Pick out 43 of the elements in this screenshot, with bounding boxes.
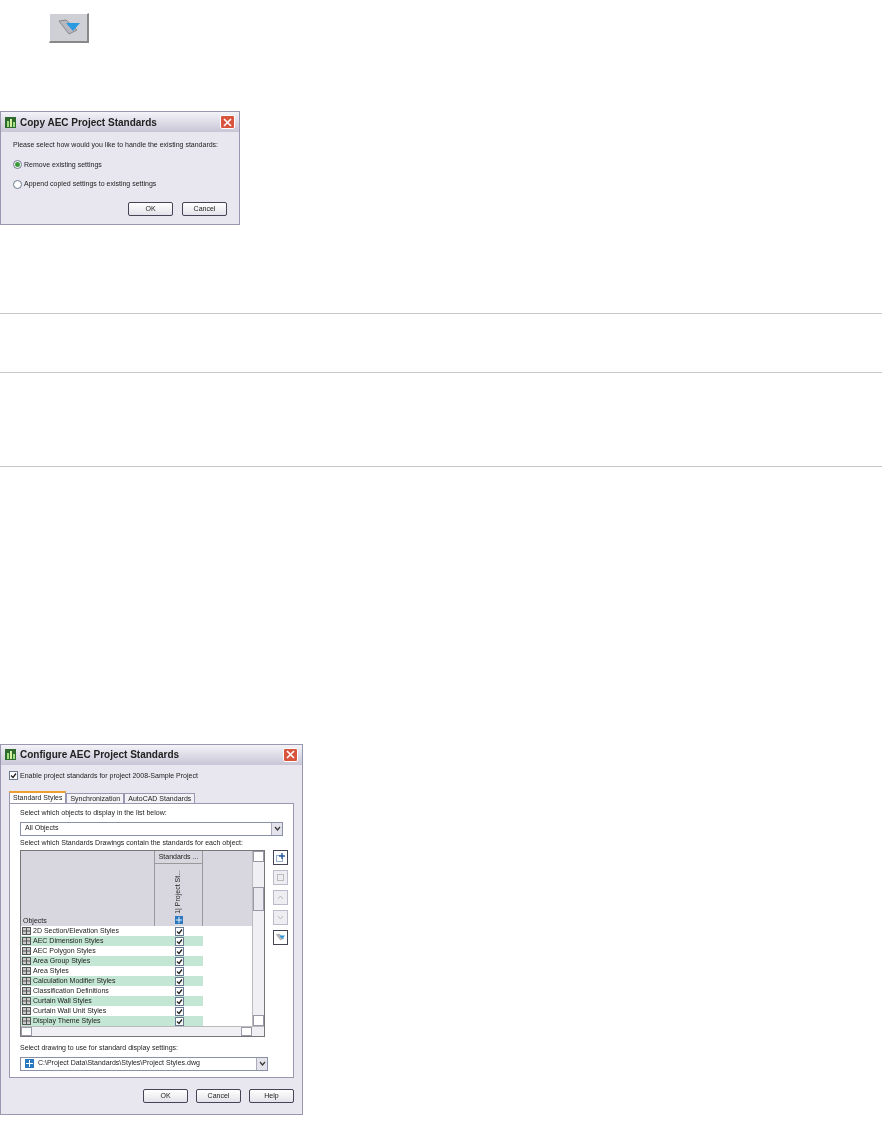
radio-button[interactable]	[13, 160, 22, 170]
checkbox[interactable]	[174, 936, 184, 946]
checkbox[interactable]	[174, 946, 184, 956]
style-icon	[22, 967, 31, 975]
close-icon	[223, 117, 232, 127]
horizontal-scrollbar[interactable]	[21, 1026, 264, 1036]
style-icon	[22, 1017, 31, 1025]
window-title: Configure AEC Project Standards	[20, 748, 181, 762]
checkbox[interactable]	[9, 771, 18, 781]
copy-standards-icon	[275, 933, 286, 942]
style-icon	[22, 977, 31, 985]
down-icon	[277, 915, 284, 920]
radio-button[interactable]	[13, 179, 22, 189]
checkbox[interactable]	[174, 926, 184, 936]
vertical-scrollbar[interactable]	[252, 851, 264, 1026]
checkbox[interactable]	[174, 976, 184, 986]
style-icon	[22, 927, 31, 935]
remove-icon	[276, 873, 285, 882]
up-icon	[277, 895, 284, 900]
checkbox[interactable]	[174, 996, 184, 1006]
window-title: Copy AEC Project Standards	[20, 115, 158, 130]
style-icon	[22, 937, 31, 945]
checkbox[interactable]	[174, 1006, 184, 1016]
add-button[interactable]	[273, 850, 288, 865]
style-icon	[22, 1007, 31, 1015]
app-icon	[5, 116, 16, 128]
close-button[interactable]	[220, 115, 235, 129]
drawing-file-icon	[174, 916, 183, 924]
style-icon	[22, 987, 31, 995]
drawing-file-icon	[25, 1059, 34, 1068]
style-icon	[22, 997, 31, 1005]
add-icon	[276, 853, 285, 862]
close-button[interactable]	[283, 747, 298, 762]
checkbox[interactable]	[174, 1016, 184, 1026]
toolbar-button[interactable]	[49, 13, 89, 43]
close-icon	[286, 750, 295, 759]
checkbox[interactable]	[174, 966, 184, 976]
copy-standards-button[interactable]	[273, 930, 288, 945]
checkbox[interactable]	[174, 986, 184, 996]
style-icon	[22, 947, 31, 955]
checkbox[interactable]	[174, 956, 184, 966]
style-icon	[22, 957, 31, 965]
app-icon	[5, 749, 16, 760]
